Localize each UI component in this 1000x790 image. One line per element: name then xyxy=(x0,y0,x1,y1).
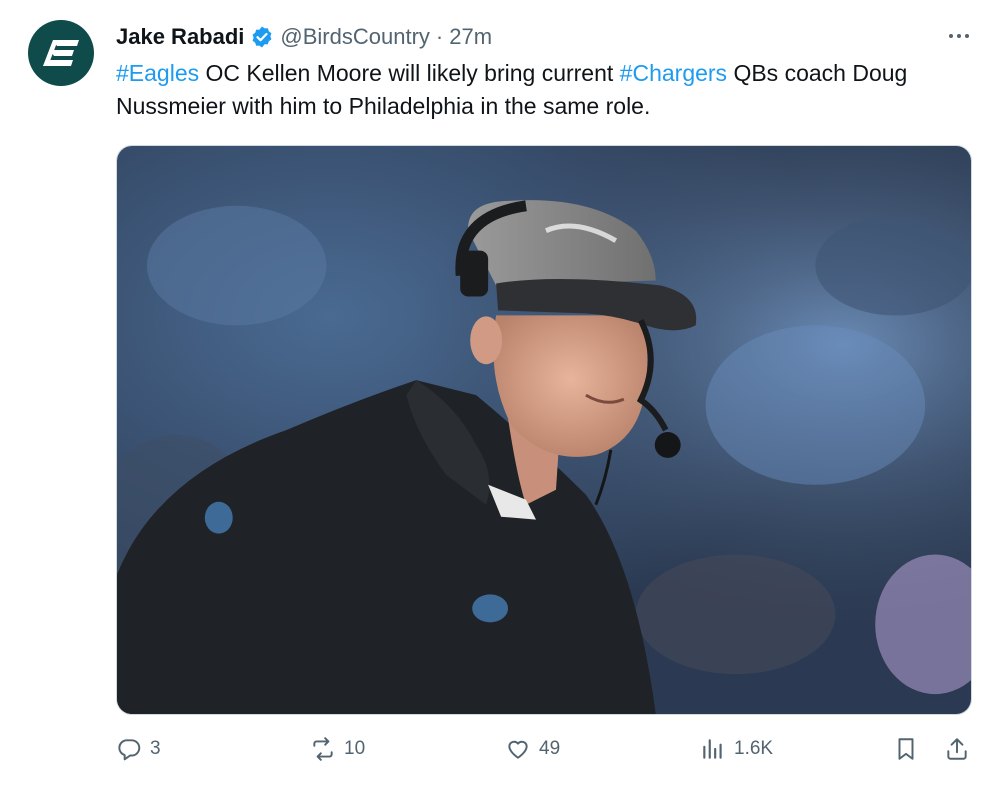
share-button[interactable] xyxy=(944,736,970,762)
bookmark-button[interactable] xyxy=(893,736,919,762)
separator-dot: · xyxy=(435,24,444,49)
more-icon[interactable] xyxy=(944,24,974,48)
author-name[interactable]: Jake Rabadi xyxy=(116,24,244,50)
like-icon xyxy=(508,740,528,759)
share-icon xyxy=(947,738,967,760)
tweet-text: #Eagles OC Kellen Moore will likely brin… xyxy=(116,57,966,123)
repost-button[interactable]: 10 xyxy=(310,736,365,762)
repost-icon xyxy=(313,737,333,761)
timestamp[interactable]: 27m xyxy=(449,24,492,50)
e-logo-icon xyxy=(43,40,79,66)
view-count: 1.6K xyxy=(734,738,774,759)
coach-photo-illustration xyxy=(117,146,971,714)
like-button[interactable]: 49 xyxy=(505,736,560,762)
tweet-text-part1: OC Kellen Moore will likely bring curren… xyxy=(199,60,620,86)
tweet-header: Jake Rabadi @BirdsCountry · 27m xyxy=(116,20,492,54)
repost-count: 10 xyxy=(344,738,366,759)
reply-count: 3 xyxy=(150,738,161,759)
tweet-actions: 3 10 49 1.6K xyxy=(0,728,1000,778)
author-handle[interactable]: @BirdsCountry xyxy=(280,24,430,50)
tweet-card[interactable]: Jake Rabadi @BirdsCountry · 27m #Eagles … xyxy=(0,0,1000,790)
reply-button[interactable]: 3 xyxy=(116,736,161,762)
reply-icon xyxy=(118,739,141,761)
views-icon xyxy=(703,739,722,759)
like-count: 49 xyxy=(539,738,561,759)
tweet-media-photo[interactable] xyxy=(116,145,972,715)
bookmark-icon xyxy=(898,738,914,760)
views-button[interactable]: 1.6K xyxy=(700,736,773,762)
hashtag-eagles[interactable]: #Eagles xyxy=(116,60,199,86)
hashtag-chargers[interactable]: #Chargers xyxy=(620,60,727,86)
avatar[interactable] xyxy=(28,20,94,86)
verified-badge-icon xyxy=(253,26,272,48)
